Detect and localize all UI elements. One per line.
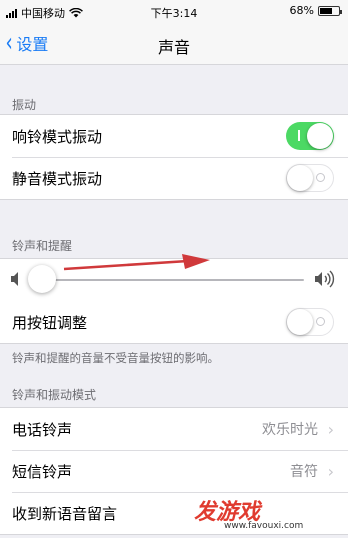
navigation-bar: ‹ 设置 声音: [0, 24, 348, 65]
volume-low-icon: [11, 272, 18, 286]
row-silent-vibrate: 静音模式振动: [0, 157, 348, 199]
ringer-footnote: 铃声和提醒的音量不受音量按钮的影响。: [12, 351, 219, 365]
chevron-right-icon: ›: [327, 461, 334, 481]
silent-vibrate-toggle[interactable]: [286, 164, 334, 192]
row-text-tone[interactable]: 短信铃声 音符 ›: [0, 450, 348, 492]
status-right: 68%: [289, 4, 342, 17]
ringer-group: 用按钮调整: [0, 254, 348, 344]
volume-high-icon: [315, 270, 335, 288]
section-header-patterns: 铃声和振动模式: [12, 388, 97, 402]
section-header-ringer: 铃声和提醒: [12, 239, 73, 253]
annotation-arrow: [63, 254, 210, 271]
ring-vibrate-label: 响铃模式振动: [12, 127, 103, 146]
status-bar: 中国移动 下午3:14 68%: [0, 0, 348, 24]
watermark-url: www.favouxi.com: [224, 521, 304, 531]
chevron-right-icon: ›: [327, 419, 334, 439]
row-ring-vibrate: 响铃模式振动: [0, 115, 348, 157]
row-ringtone[interactable]: 电话铃声 欢乐时光 ›: [0, 408, 348, 450]
volume-slider-thumb[interactable]: [28, 265, 57, 293]
section-header-vibration: 振动: [12, 98, 37, 112]
vibration-group: 响铃模式振动 静音模式振动: [0, 114, 348, 200]
change-with-buttons-toggle[interactable]: [286, 308, 334, 336]
silent-vibrate-label: 静音模式振动: [12, 169, 103, 188]
ring-vibrate-toggle[interactable]: [286, 122, 334, 150]
change-with-buttons-label: 用按钮调整: [12, 313, 88, 332]
ringtone-label: 电话铃声: [12, 420, 73, 439]
new-voicemail-label: 收到新语音留言: [12, 504, 118, 523]
ringer-volume-row: [0, 254, 348, 301]
battery-icon: [318, 5, 342, 16]
watermark: 发游戏 www.favouxi.com: [194, 494, 344, 534]
page-title: 声音: [157, 38, 190, 57]
row-change-with-buttons: 用按钮调整: [0, 301, 348, 343]
battery-percent: 68%: [289, 4, 314, 17]
volume-slider[interactable]: [34, 279, 304, 281]
ringtone-value: 欢乐时光: [262, 422, 318, 438]
text-tone-value: 音符: [290, 464, 318, 480]
text-tone-label: 短信铃声: [12, 462, 73, 481]
